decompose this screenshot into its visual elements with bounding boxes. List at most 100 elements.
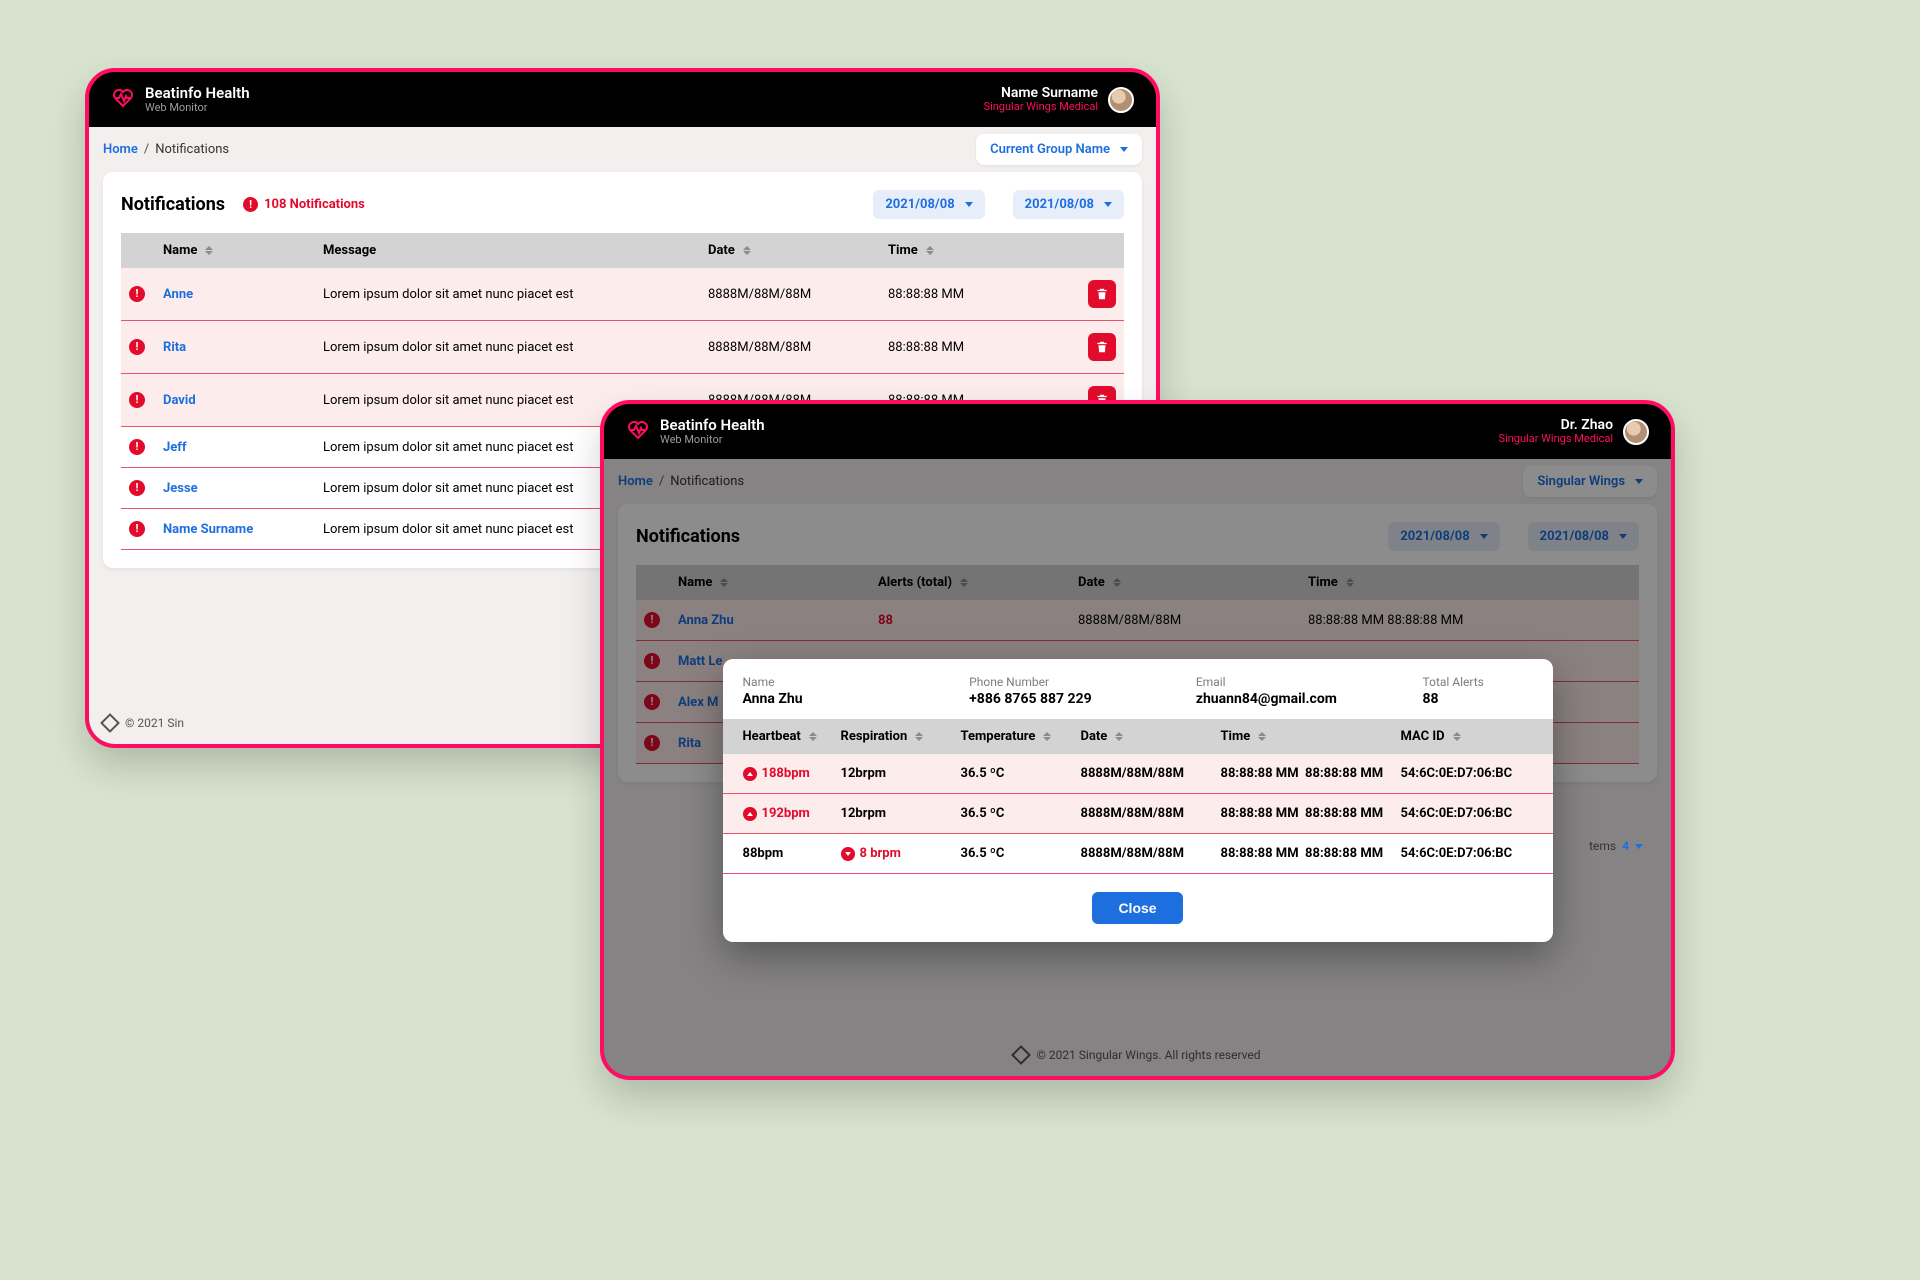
row-respiration: 12brpm xyxy=(841,806,887,821)
col-date[interactable]: Date xyxy=(1073,719,1213,754)
avatar[interactable] xyxy=(1108,87,1134,113)
row-date: 8888M/88M/88M xyxy=(700,268,880,321)
alerts-detail-modal: Name Anna Zhu Phone Number +886 8765 887… xyxy=(723,659,1553,942)
user-name: Name Surname xyxy=(984,85,1098,101)
modal-email-label: Email xyxy=(1196,675,1413,689)
row-time: 88:88:88 MM xyxy=(880,321,1080,374)
row-name-link[interactable]: Rita xyxy=(163,340,186,355)
col-date[interactable]: Date xyxy=(700,233,880,268)
row-mac: 54:6C:0E:D7:06:BC xyxy=(1393,794,1553,834)
table-row[interactable]: 188bpm12brpm36.5 ºC8888M/88M/88M88:88:88… xyxy=(723,754,1553,794)
alert-icon: ! xyxy=(129,286,145,302)
modal-total-value: 88 xyxy=(1423,691,1533,707)
delete-button[interactable] xyxy=(1088,280,1116,308)
row-temperature: 36.5 ºC xyxy=(953,754,1073,794)
brand-subtitle: Web Monitor xyxy=(145,102,250,115)
alert-icon: ! xyxy=(129,439,145,455)
row-mac: 54:6C:0E:D7:06:BC xyxy=(1393,834,1553,874)
brand-subtitle: Web Monitor xyxy=(660,434,765,447)
tablet-right-frame: Beatinfo Health Web Monitor Dr. Zhao Sin… xyxy=(600,400,1675,1080)
modal-total-label: Total Alerts xyxy=(1423,675,1533,689)
row-name-link[interactable]: Jesse xyxy=(163,481,198,496)
sort-icon xyxy=(205,246,213,255)
row-temperature: 36.5 ºC xyxy=(953,794,1073,834)
heart-icon xyxy=(626,418,650,446)
arrow-down-icon xyxy=(841,847,855,861)
group-select-label: Current Group Name xyxy=(990,142,1110,157)
row-message: Lorem ipsum dolor sit amet nunc piacet e… xyxy=(315,321,700,374)
row-time: 88:88:88 MM 88:88:88 MM xyxy=(1213,794,1393,834)
date-to-label: 2021/08/08 xyxy=(1025,197,1094,212)
row-name-link[interactable]: Jeff xyxy=(163,440,187,455)
date-from-label: 2021/08/08 xyxy=(885,197,954,212)
modal-alerts-table: Heartbeat Respiration Temperature Date T… xyxy=(723,719,1553,874)
table-row[interactable]: ! Anne Lorem ipsum dolor sit amet nunc pia… xyxy=(121,268,1124,321)
row-respiration: 8 brpm xyxy=(860,846,901,861)
brand-block: Beatinfo Health Web Monitor xyxy=(145,85,250,115)
row-mac: 54:6C:0E:D7:06:BC xyxy=(1393,754,1553,794)
row-heartbeat: 88bpm xyxy=(743,846,784,861)
user-name: Dr. Zhao xyxy=(1499,417,1613,433)
sort-icon xyxy=(809,732,817,741)
row-time: 88:88:88 MM 88:88:88 MM xyxy=(1213,834,1393,874)
breadcrumb-home[interactable]: Home xyxy=(103,142,138,157)
heart-icon xyxy=(111,86,135,114)
row-heartbeat: 188bpm xyxy=(762,766,810,781)
col-temperature[interactable]: Temperature xyxy=(953,719,1073,754)
col-name[interactable]: Name xyxy=(155,233,315,268)
table-row[interactable]: 192bpm 12brpm 36.5 ºC8888M/88M/88M88:88:88… xyxy=(723,794,1553,834)
sort-icon xyxy=(1043,732,1051,741)
footer-logo-icon xyxy=(100,713,120,733)
row-date: 8888M/88M/88M xyxy=(1073,794,1213,834)
app-header: Beatinfo Health Web Monitor Dr. Zhao Sin… xyxy=(604,404,1671,459)
user-block: Dr. Zhao Singular Wings Medical xyxy=(1499,417,1613,446)
modal-phone-label: Phone Number xyxy=(969,675,1186,689)
brand-block: Beatinfo Health Web Monitor xyxy=(660,417,765,447)
sort-icon xyxy=(926,246,934,255)
pager-items-value: 4 xyxy=(1622,839,1629,853)
breadcrumb: Home / Notifications Current Group Name xyxy=(103,127,1142,172)
user-org: Singular Wings Medical xyxy=(1499,433,1613,446)
close-button[interactable]: Close xyxy=(1092,892,1182,924)
modal-name-value: Anna Zhu xyxy=(743,691,960,707)
row-name-link[interactable]: David xyxy=(163,393,196,408)
row-respiration: 12brpm xyxy=(841,766,887,781)
col-mac[interactable]: MAC ID xyxy=(1393,719,1553,754)
pager-items-label: tems xyxy=(1589,839,1616,853)
chevron-down-icon xyxy=(1104,202,1112,207)
col-heartbeat[interactable]: Heartbeat xyxy=(723,719,833,754)
row-date: 8888M/88M/88M xyxy=(700,321,880,374)
brand-title: Beatinfo Health xyxy=(145,85,250,102)
alert-icon: ! xyxy=(129,392,145,408)
modal-person-info: Name Anna Zhu Phone Number +886 8765 887… xyxy=(723,675,1553,719)
date-to-picker[interactable]: 2021/08/08 xyxy=(1013,190,1124,219)
pager-items[interactable]: tems 4 xyxy=(1589,839,1643,853)
breadcrumb-current: Notifications xyxy=(155,142,229,157)
date-from-picker[interactable]: 2021/08/08 xyxy=(873,190,984,219)
avatar[interactable] xyxy=(1623,419,1649,445)
alert-icon: ! xyxy=(129,339,145,355)
card-title: Notifications xyxy=(121,194,225,215)
group-select[interactable]: Current Group Name xyxy=(976,134,1142,165)
row-heartbeat: 192bpm xyxy=(762,806,810,821)
footer-text: © 2021 Sin xyxy=(125,716,184,730)
col-respiration[interactable]: Respiration xyxy=(833,719,953,754)
row-time: 88:88:88 MM xyxy=(880,268,1080,321)
row-message: Lorem ipsum dolor sit amet nunc piacet e… xyxy=(315,268,700,321)
modal-name-label: Name xyxy=(743,675,960,689)
app-header: Beatinfo Health Web Monitor Name Surname… xyxy=(89,72,1156,127)
alert-count: ! 108 Notifications xyxy=(243,197,365,212)
brand-title: Beatinfo Health xyxy=(660,417,765,434)
col-message[interactable]: Message xyxy=(315,233,700,268)
row-name-link[interactable]: Name Surname xyxy=(163,522,253,537)
alert-icon: ! xyxy=(243,197,258,212)
row-name-link[interactable]: Anne xyxy=(163,287,193,302)
col-time[interactable]: Time xyxy=(880,233,1080,268)
table-row[interactable]: 88bpm8 brpm36.5 ºC8888M/88M/88M88:88:88 … xyxy=(723,834,1553,874)
user-block: Name Surname Singular Wings Medical xyxy=(984,85,1098,114)
col-time[interactable]: Time xyxy=(1213,719,1393,754)
delete-button[interactable] xyxy=(1088,333,1116,361)
alert-icon: ! xyxy=(129,480,145,496)
alert-count-label: 108 Notifications xyxy=(264,197,365,212)
table-row[interactable]: ! Rita Lorem ipsum dolor sit amet nunc pia… xyxy=(121,321,1124,374)
